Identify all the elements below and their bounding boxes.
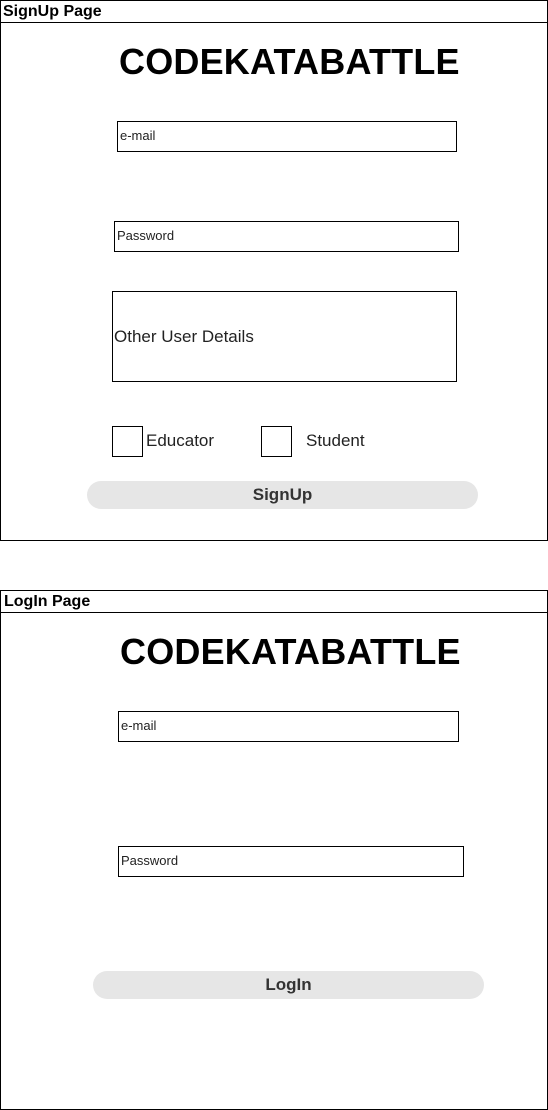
educator-checkbox[interactable]: [112, 426, 143, 457]
login-app-title: CODEKATABATTLE: [120, 631, 461, 672]
signup-page-header: SignUp Page: [1, 1, 547, 23]
signup-app-title: CODEKATABATTLE: [119, 41, 460, 82]
student-checkbox[interactable]: [261, 426, 292, 457]
signup-email-field[interactable]: e-mail: [117, 121, 457, 152]
other-details-label: Other User Details: [114, 326, 254, 346]
student-label: Student: [306, 431, 365, 450]
signup-password-field[interactable]: Password: [114, 221, 459, 252]
educator-label: Educator: [146, 431, 215, 450]
login-button[interactable]: LogIn: [93, 971, 484, 999]
login-page-frame: LogIn Page CODEKATABATTLE e-mail Passwor…: [0, 590, 548, 1110]
signup-button[interactable]: SignUp: [87, 481, 478, 509]
login-email-field[interactable]: e-mail: [118, 711, 459, 742]
login-page-header: LogIn Page: [1, 591, 547, 613]
signup-other-details-field[interactable]: Other User Details: [112, 291, 457, 382]
login-password-field[interactable]: Password: [118, 846, 464, 877]
signup-page-frame: SignUp Page CODEKATABATTLE e-mail Passwo…: [0, 0, 548, 541]
